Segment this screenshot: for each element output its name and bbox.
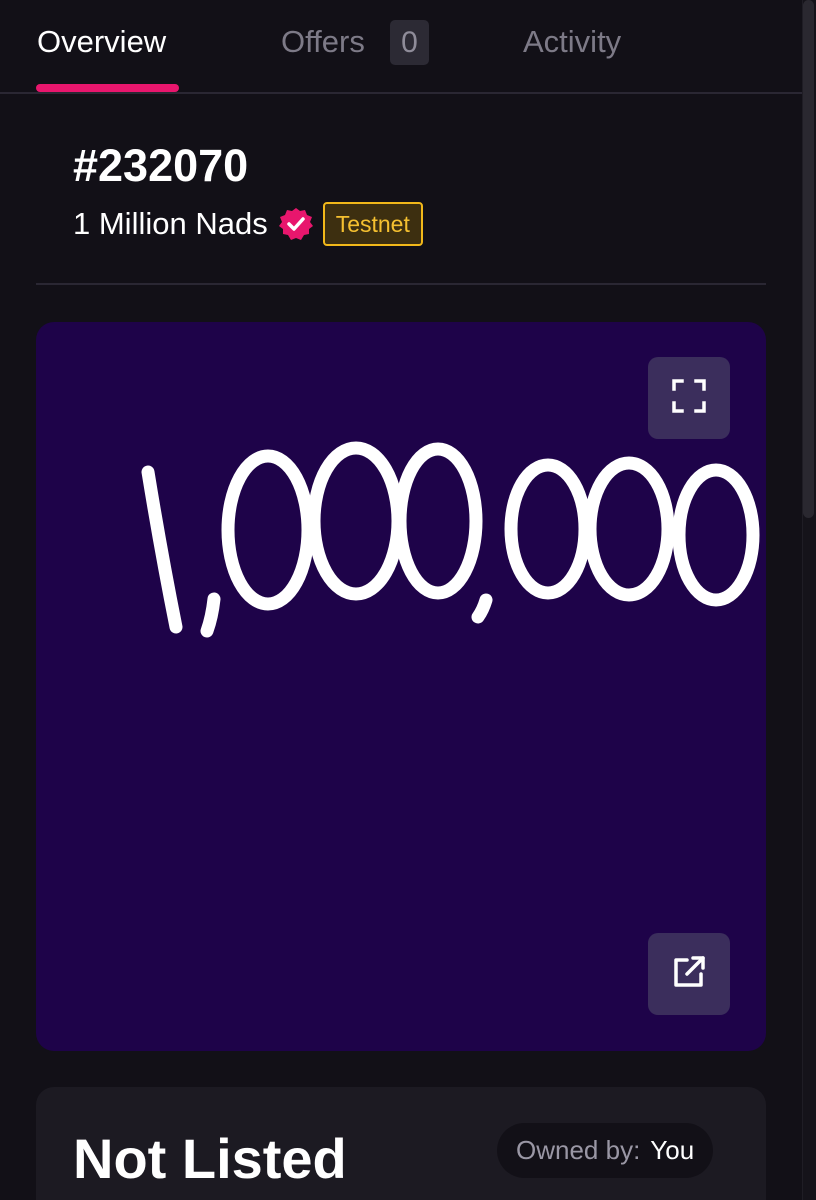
- owner-value: You: [650, 1135, 695, 1165]
- active-tab-indicator: [36, 84, 179, 92]
- nft-image-card: [36, 322, 766, 1051]
- owner-pill[interactable]: Owned by: You: [497, 1123, 714, 1178]
- scrollbar-thumb[interactable]: [803, 0, 814, 518]
- offers-count-badge: 0: [390, 20, 429, 65]
- open-external-button[interactable]: [648, 933, 730, 1015]
- fullscreen-button[interactable]: [648, 357, 730, 439]
- section-divider: [36, 283, 766, 285]
- tab-offers[interactable]: Offers: [281, 22, 365, 62]
- listing-status-title: Not Listed: [73, 1127, 347, 1190]
- testnet-badge: Testnet: [322, 202, 423, 246]
- listing-status-card: Not Listed Owned by: You: [36, 1087, 766, 1200]
- owner-label: Owned by:: [516, 1135, 641, 1165]
- tab-bar: Overview Offers 0 Activity: [0, 0, 802, 94]
- tab-activity[interactable]: Activity: [523, 22, 621, 62]
- collection-row: 1 Million Nads Testnet: [73, 202, 423, 246]
- external-link-icon: [671, 954, 707, 995]
- verified-badge-icon: [278, 207, 313, 241]
- token-id-title: #232070: [73, 140, 249, 191]
- fullscreen-icon: [671, 378, 707, 419]
- tab-overview[interactable]: Overview: [37, 22, 166, 62]
- collection-name-link[interactable]: 1 Million Nads: [73, 202, 268, 246]
